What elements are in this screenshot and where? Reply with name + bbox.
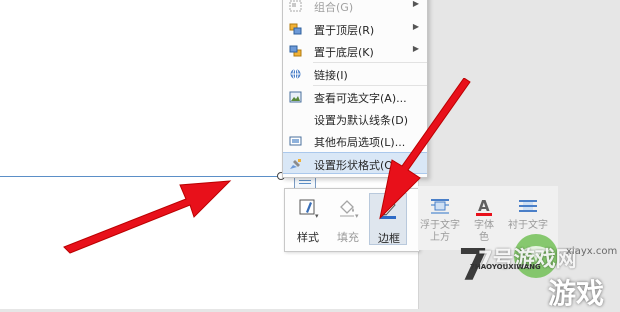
menu-item-label: 置于底层(K) — [314, 46, 374, 59]
svg-text:▾: ▾ — [355, 212, 359, 219]
fill-label: 填充 — [337, 231, 359, 244]
style-button[interactable]: ▾ 样式 — [289, 193, 327, 245]
link-icon — [290, 68, 301, 80]
menu-item-bring-to-front[interactable]: 置于顶层(R) ▶ — [283, 18, 427, 40]
right-red-arrow-icon — [379, 78, 471, 220]
menu-item-label: 组合(G) — [314, 1, 354, 14]
left-red-arrow-icon — [63, 180, 232, 254]
layout-options-icon — [289, 136, 302, 146]
border-label: 边框 — [378, 232, 400, 245]
watermark-sub: 7HAOYOUXIWANG — [470, 263, 541, 271]
group-icon — [289, 0, 302, 12]
alt-text-icon — [289, 91, 302, 103]
svg-text:A: A — [478, 197, 490, 215]
submenu-arrow-icon: ▶ — [412, 22, 419, 31]
watermark-big: 游戏 — [548, 277, 605, 310]
shape-style-icon: ▾ — [299, 199, 319, 219]
style-label: 样式 — [297, 231, 319, 244]
menu-item-label: 置于顶层(R) — [314, 24, 375, 37]
paint-bucket-icon: ▾ — [340, 200, 359, 219]
font-color-icon: A — [476, 197, 492, 216]
menu-item-group[interactable]: 组合(G) ▶ — [283, 0, 427, 17]
behind-text-icon — [519, 200, 537, 212]
submenu-arrow-icon: ▶ — [412, 44, 419, 53]
submenu-arrow-icon: ▶ — [412, 0, 419, 8]
svg-text:▾: ▾ — [315, 212, 319, 219]
menu-item-label: 链接(I) — [314, 69, 348, 82]
menu-item-send-to-back[interactable]: 置于底层(K) ▶ — [283, 40, 427, 62]
watermark-site: xiayx.com — [566, 246, 618, 257]
format-shape-icon — [290, 159, 301, 169]
send-to-back-icon — [289, 45, 302, 57]
bring-to-front-icon — [289, 23, 302, 35]
fill-button[interactable]: ▾ 填充 — [329, 193, 367, 245]
